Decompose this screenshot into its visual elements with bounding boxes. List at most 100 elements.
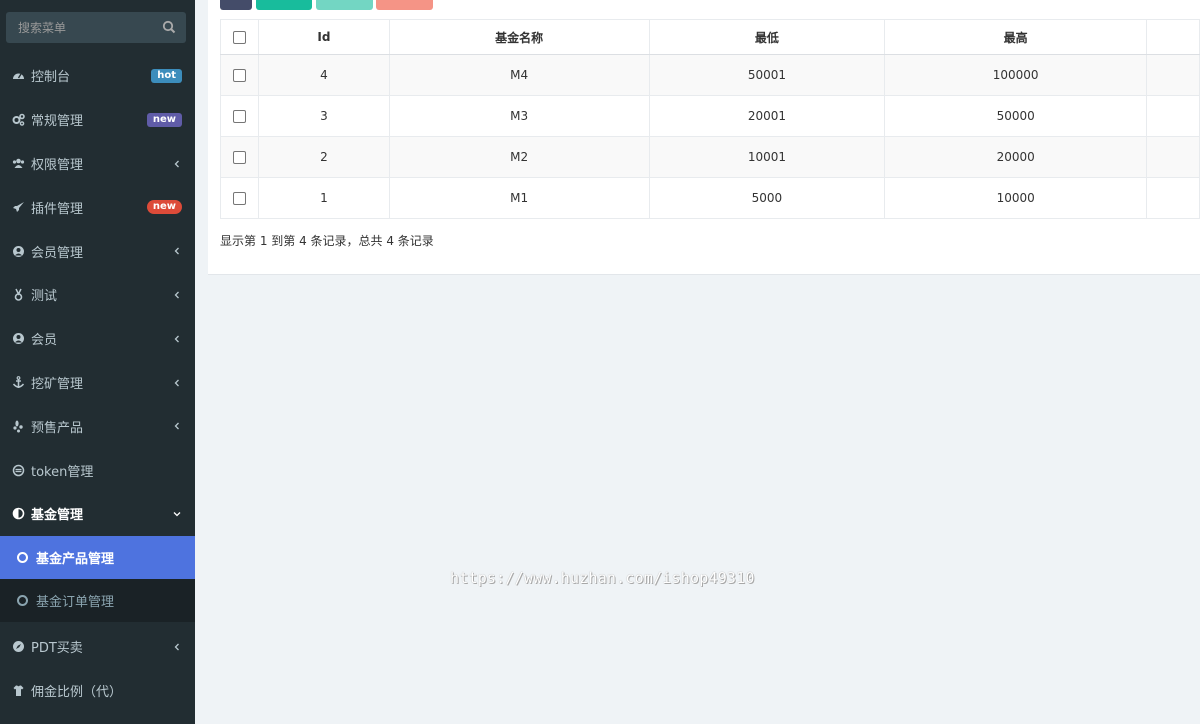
cell-min: 5000 xyxy=(648,177,886,219)
cell-more xyxy=(1146,95,1200,137)
table-row[interactable]: 2 M2 10001 20000 xyxy=(220,136,1200,178)
sidebar-menu-lower: PDT买卖 佣金比例（代） xyxy=(0,625,195,713)
cell-max: 100000 xyxy=(884,54,1148,96)
fund-products-table: Id 基金名称 最低 最高 4 M4 50001 100000 3 M3 200… xyxy=(220,19,1200,219)
column-header-more xyxy=(1146,19,1200,55)
row-checkbox[interactable] xyxy=(232,151,246,164)
cell-id: 2 xyxy=(257,136,390,178)
row-checkbox[interactable] xyxy=(232,192,246,205)
chevron-down-icon xyxy=(173,512,181,517)
sidebar-item-dashboard[interactable]: 控制台 hot xyxy=(0,54,195,98)
anchor-icon xyxy=(12,376,25,389)
watermark-text: https://www.huzhan.com/ishop49310 xyxy=(450,569,755,587)
content-panel: Id 基金名称 最低 最高 4 M4 50001 100000 3 M3 200… xyxy=(208,0,1200,275)
row-select-cell xyxy=(220,177,259,219)
cell-fund-name: M4 xyxy=(388,54,650,96)
sidebar-item-token[interactable]: token管理 xyxy=(0,448,195,492)
submenu-item-label: 基金订单管理 xyxy=(36,595,115,610)
row-checkbox[interactable] xyxy=(232,110,246,123)
sidebar-item-label: 控制台 xyxy=(31,70,71,86)
cell-more xyxy=(1146,136,1200,178)
sidebar-item-label: 插件管理 xyxy=(31,201,84,217)
sidebar-item-permissions[interactable]: 权限管理 xyxy=(0,142,195,186)
cell-more xyxy=(1146,177,1200,219)
cell-fund-name: M3 xyxy=(388,95,650,137)
sidebar-item-general[interactable]: 常规管理 new xyxy=(0,98,195,142)
menu-search-box xyxy=(6,12,186,43)
chevron-left-icon xyxy=(174,379,179,387)
chevron-left-icon xyxy=(174,335,179,343)
refresh-button[interactable] xyxy=(220,0,252,10)
select-all-cell xyxy=(220,19,259,55)
sidebar-item-fund[interactable]: 基金管理 xyxy=(0,492,195,536)
add-button[interactable] xyxy=(256,0,312,10)
column-header-id[interactable]: Id xyxy=(257,19,390,55)
sidebar-item-commission[interactable]: 佣金比例（代） xyxy=(0,669,195,713)
column-header-max[interactable]: 最高 xyxy=(884,19,1148,55)
submenu-item-fund-orders[interactable]: 基金订单管理 xyxy=(0,579,195,622)
cell-fund-name: M1 xyxy=(388,177,650,219)
fund-submenu: 基金产品管理 基金订单管理 xyxy=(0,536,195,622)
sidebar-item-member[interactable]: 会员 xyxy=(0,317,195,361)
sidebar-item-pdt-trade[interactable]: PDT买卖 xyxy=(0,625,195,669)
cell-id: 4 xyxy=(257,54,390,96)
search-icon[interactable] xyxy=(162,20,176,34)
sidebar-item-member-management[interactable]: 会员管理 xyxy=(0,229,195,273)
chevron-left-icon xyxy=(174,291,179,299)
cell-min: 50001 xyxy=(648,54,886,96)
row-checkbox[interactable] xyxy=(232,69,246,82)
select-all-checkbox[interactable] xyxy=(232,31,246,44)
compass-icon xyxy=(12,640,25,653)
token-icon xyxy=(12,464,25,477)
chevron-left-icon xyxy=(174,160,179,168)
table-row[interactable]: 3 M3 20001 50000 xyxy=(220,95,1200,137)
cell-id: 3 xyxy=(257,95,390,137)
sidebar-item-label: 权限管理 xyxy=(31,157,84,173)
yelp-icon xyxy=(12,420,25,433)
sidebar-item-label: 预售产品 xyxy=(31,420,84,436)
tshirt-icon xyxy=(12,684,25,697)
sidebar-item-label: 会员管理 xyxy=(31,245,84,261)
sidebar-item-label: 会员 xyxy=(31,333,58,349)
table-header-row: Id 基金名称 最低 最高 xyxy=(220,19,1200,55)
hot-badge: hot xyxy=(151,69,182,83)
row-select-cell xyxy=(220,136,259,178)
test-icon xyxy=(12,288,25,302)
edit-button[interactable] xyxy=(316,0,373,10)
sidebar-item-label: token管理 xyxy=(31,464,94,480)
sidebar-item-label: PDT买卖 xyxy=(31,641,83,657)
submenu-item-label: 基金产品管理 xyxy=(36,552,115,567)
chevron-left-icon xyxy=(174,643,179,651)
column-header-fund-name[interactable]: 基金名称 xyxy=(388,19,650,55)
cell-min: 20001 xyxy=(648,95,886,137)
sidebar-item-test[interactable]: 测试 xyxy=(0,273,195,317)
adjust-icon xyxy=(12,507,25,520)
sidebar-item-label: 基金管理 xyxy=(31,508,84,524)
row-select-cell xyxy=(220,54,259,96)
new-badge: new xyxy=(146,200,182,215)
sidebar-item-mining[interactable]: 挖矿管理 xyxy=(0,361,195,405)
sidebar: 控制台 hot 常规管理 new 权限管理 插件管理 new 会员管理 测试 xyxy=(0,0,195,724)
cell-min: 10001 xyxy=(648,136,886,178)
table-row[interactable]: 4 M4 50001 100000 xyxy=(220,54,1200,96)
sidebar-item-label: 佣金比例（代） xyxy=(31,685,123,701)
column-header-min[interactable]: 最低 xyxy=(648,19,886,55)
sidebar-item-presale[interactable]: 预售产品 xyxy=(0,404,195,448)
submenu-item-fund-products[interactable]: 基金产品管理 xyxy=(0,536,195,579)
sidebar-item-label: 常规管理 xyxy=(31,114,84,130)
user-circle-icon xyxy=(12,332,25,345)
dashboard-icon xyxy=(12,69,25,82)
menu-search-input[interactable] xyxy=(6,12,156,43)
sidebar-item-label: 测试 xyxy=(31,289,58,305)
circle-icon xyxy=(17,595,28,606)
cogs-icon xyxy=(12,113,25,126)
cell-fund-name: M2 xyxy=(388,136,650,178)
cell-max: 10000 xyxy=(884,177,1148,219)
sidebar-item-plugins[interactable]: 插件管理 new xyxy=(0,185,195,229)
table-row[interactable]: 1 M1 5000 10000 xyxy=(220,177,1200,219)
cell-max: 50000 xyxy=(884,95,1148,137)
cell-id: 1 xyxy=(257,177,390,219)
new-badge: new xyxy=(146,112,182,127)
delete-button[interactable] xyxy=(376,0,433,10)
users-icon xyxy=(12,157,25,170)
